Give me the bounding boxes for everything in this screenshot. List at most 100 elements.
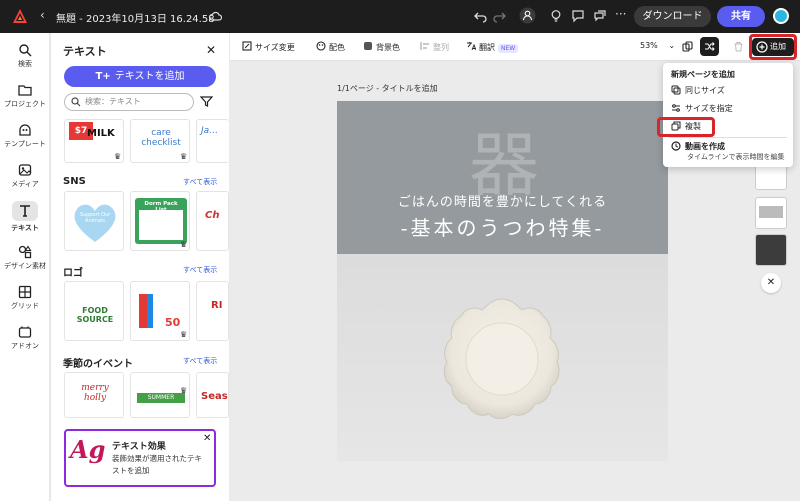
rail-label: グリッド xyxy=(11,302,39,310)
close-icon[interactable]: ✕ xyxy=(761,273,781,293)
add-page-menu: 新規ページを追加 同じサイズ サイズを指定 複製 動画を作成 タイムラインで表示… xyxy=(663,63,793,167)
menu-label: サイズを指定 xyxy=(685,104,733,113)
thumb-decor xyxy=(139,294,147,328)
background-color-button[interactable]: 背景色 xyxy=(363,41,400,53)
headline-text[interactable]: -基本のうつわ特集- xyxy=(337,212,668,241)
page-label[interactable]: 1/1ページ - タイトルを追加 xyxy=(337,83,438,94)
shuffle-button[interactable] xyxy=(700,37,719,56)
lightbulb-icon[interactable] xyxy=(549,9,563,23)
adobe-express-logo-icon[interactable] xyxy=(12,8,28,24)
rail-item-templates[interactable]: テンプレート xyxy=(0,123,50,149)
thumb-text: 50 xyxy=(165,316,181,329)
avatar[interactable] xyxy=(773,8,789,24)
rail-active-highlight xyxy=(12,201,38,221)
document-title[interactable]: 無題 - 2023年10月13日 16.24.58 xyxy=(56,10,215,25)
sns-template-thumb[interactable]: Ch xyxy=(196,191,229,251)
copy-size-icon xyxy=(671,85,681,95)
text-effects-logo: Ag xyxy=(70,435,106,464)
chat-icon[interactable] xyxy=(593,9,607,23)
event-template-thumb[interactable]: merry holly xyxy=(64,372,124,418)
premium-crown-icon: ♛ xyxy=(180,330,188,339)
add-text-button[interactable]: T+ テキストを追加 xyxy=(64,66,216,87)
filter-icon[interactable] xyxy=(200,95,213,108)
zoom-select[interactable]: 53% ⌄ xyxy=(640,41,675,50)
download-button[interactable]: ダウンロード xyxy=(634,6,711,27)
design-page[interactable]: 器 ごはんの時間を豊かにしてくれる -基本のうつわ特集- xyxy=(337,101,668,461)
cloud-icon[interactable] xyxy=(208,9,222,23)
panel-title: テキスト xyxy=(63,45,107,58)
event-template-thumb[interactable]: Seas xyxy=(196,372,229,418)
see-all-link[interactable]: すべて表示 xyxy=(183,177,217,187)
rail-item-grid[interactable]: グリッド xyxy=(0,285,50,311)
folder-icon xyxy=(18,85,32,96)
copy-page-icon[interactable] xyxy=(682,41,693,52)
invite-user-icon[interactable] xyxy=(519,7,536,24)
add-text-label: テキストを追加 xyxy=(114,71,185,82)
see-all-link[interactable]: すべて表示 xyxy=(183,356,217,366)
thumb-decor xyxy=(139,210,183,240)
shapes-icon xyxy=(18,245,32,259)
see-all-link[interactable]: すべて表示 xyxy=(183,265,217,275)
text-effects-card[interactable]: Ag テキスト効果 装飾効果が適用されたテキストを追加 ✕ xyxy=(64,429,216,487)
close-icon[interactable]: ✕ xyxy=(203,433,211,444)
back-icon[interactable]: ‹ xyxy=(40,8,45,22)
section-title: ロゴ xyxy=(63,268,83,279)
rail-item-text[interactable]: テキスト xyxy=(0,201,50,233)
text-icon xyxy=(20,205,30,217)
sns-template-thumb[interactable]: Support Our Animals xyxy=(64,191,124,251)
event-template-thumb[interactable]: SUMMER xyxy=(130,372,190,418)
menu-item-custom-size[interactable]: サイズを指定 xyxy=(671,103,733,114)
color-scheme-button[interactable]: 配色 xyxy=(316,41,345,53)
page-thumbnail[interactable] xyxy=(755,197,787,229)
trash-icon[interactable] xyxy=(733,41,744,52)
menu-item-same-size[interactable]: 同じサイズ xyxy=(671,85,725,96)
new-badge: NEW xyxy=(498,44,519,53)
page-thumbnail[interactable] xyxy=(755,234,787,266)
redo-icon[interactable] xyxy=(492,9,506,23)
text-add-icon: T+ xyxy=(95,71,111,82)
text-template-thumb[interactable]: Ja… xyxy=(196,119,229,163)
media-icon xyxy=(18,164,32,176)
logo-template-thumb[interactable]: FOOD SOURCE xyxy=(64,281,124,341)
translate-icon xyxy=(467,42,476,51)
menu-divider xyxy=(669,137,787,138)
premium-crown-icon: ♛ xyxy=(114,152,122,161)
thumb-text: Seas xyxy=(201,391,228,402)
palette-icon xyxy=(316,41,326,51)
search-placeholder: 検索：テキスト xyxy=(85,97,141,106)
plate-photo[interactable] xyxy=(337,254,668,461)
close-icon[interactable]: ✕ xyxy=(206,43,216,57)
align-button[interactable]: 整列 xyxy=(420,41,449,53)
rail-item-projects[interactable]: プロジェクト xyxy=(0,83,50,109)
search-input[interactable]: 検索：テキスト xyxy=(64,93,194,111)
menu-header: 新規ページを追加 xyxy=(671,70,735,79)
thumb-decor xyxy=(147,294,153,328)
comment-icon[interactable] xyxy=(571,9,585,23)
rail-label: テンプレート xyxy=(4,140,46,148)
align-label: 整列 xyxy=(433,43,449,52)
translate-button[interactable]: 翻訳 NEW xyxy=(466,41,519,53)
subtitle-text[interactable]: ごはんの時間を豊かにしてくれる xyxy=(337,191,668,210)
menu-item-create-video[interactable]: 動画を作成 xyxy=(671,141,725,152)
rail-item-design-assets[interactable]: デザイン素材 xyxy=(0,245,50,271)
zoom-level: 53% xyxy=(640,41,658,50)
undo-icon[interactable] xyxy=(474,9,488,23)
highlight-add-button xyxy=(749,34,797,60)
thumb-text: merry holly xyxy=(81,383,109,403)
align-icon xyxy=(420,42,429,50)
resize-label: サイズ変更 xyxy=(255,43,295,52)
chevron-down-icon: ⌄ xyxy=(668,41,676,50)
search-icon xyxy=(71,97,81,107)
premium-crown-icon: ♛ xyxy=(180,240,188,249)
rail-item-search[interactable]: 検索 xyxy=(0,43,50,69)
thumb-decor: RI xyxy=(211,300,223,311)
rail-item-media[interactable]: メディア xyxy=(0,163,50,189)
rail-label: デザイン素材 xyxy=(4,262,46,270)
rail-item-addons[interactable]: アドオン xyxy=(0,325,50,351)
share-button[interactable]: 共有 xyxy=(717,6,765,27)
resize-button[interactable]: サイズ変更 xyxy=(242,41,295,53)
logo-template-thumb[interactable]: RI xyxy=(196,281,229,341)
addon-icon xyxy=(18,326,32,338)
more-options-icon[interactable]: ··· xyxy=(615,7,629,21)
rail-label: プロジェクト xyxy=(4,100,46,108)
